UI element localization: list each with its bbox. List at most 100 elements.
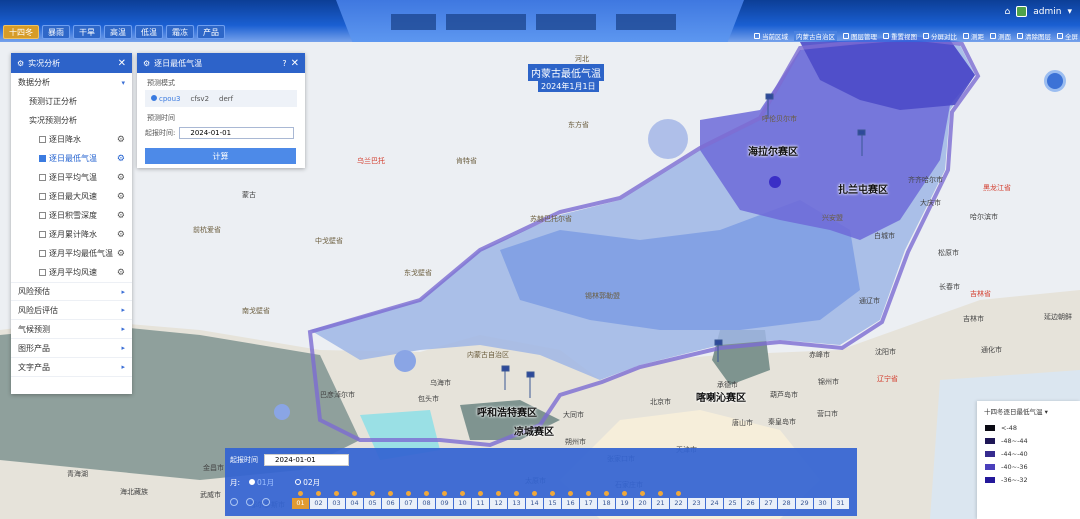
calculate-button[interactable]: 计算 [145,148,296,164]
day-cell-21[interactable]: 21 [652,491,669,509]
checkbox[interactable] [39,136,46,143]
next-icon[interactable] [262,498,270,506]
day-cell-26[interactable]: 26 [742,498,759,509]
checkbox[interactable] [39,231,46,238]
day-cell-09[interactable]: 09 [436,491,453,509]
day-cell-28[interactable]: 28 [778,498,795,509]
day-cell-10[interactable]: 10 [454,491,471,509]
region-label[interactable]: 呼和浩特赛区 [477,404,537,419]
checkbox[interactable] [39,174,46,181]
menu-live-forecast[interactable]: 实况预测分析 [11,111,132,130]
tool-clear-layers[interactable]: 清除图层 [1017,31,1051,41]
chevron-down-icon[interactable]: ▾ [1067,7,1072,17]
menu-risk-estimate[interactable]: 风险预估 ▸ [11,282,132,301]
day-cell-17[interactable]: 17 [580,491,597,509]
day-cell-18[interactable]: 18 [598,491,615,509]
tool-current-region[interactable]: 当前区域 [754,31,788,41]
layer-daily-min-temp[interactable]: 逐日最低气温 ⚙ [11,149,132,168]
radio-cpou3[interactable]: cpou3 [151,94,180,103]
tab-high-temp[interactable]: 高温 [104,25,132,39]
tab-low-temp[interactable]: 低温 [135,25,163,39]
day-cell-23[interactable]: 23 [688,498,705,509]
layer-daily-max-wind[interactable]: 逐日最大风速 ⚙ [11,187,132,206]
gear-icon[interactable]: ⚙ [117,211,125,221]
compass-icon[interactable] [1044,70,1066,92]
menu-graphic-products[interactable]: 图形产品 ▸ [11,339,132,358]
day-cell-03[interactable]: 03 [328,491,345,509]
play-icon[interactable] [246,498,254,506]
day-cell-02[interactable]: 02 [310,491,327,509]
username[interactable]: admin [1033,7,1061,17]
menu-climate-forecast[interactable]: 气候预测 ▸ [11,320,132,339]
layer-daily-snow-depth[interactable]: 逐日积雪深度 ⚙ [11,206,132,225]
day-cell-29[interactable]: 29 [796,498,813,509]
day-cell-30[interactable]: 30 [814,498,831,509]
gear-icon[interactable]: ⚙ [117,154,125,164]
day-cell-04[interactable]: 04 [346,491,363,509]
tool-measure-distance[interactable]: 测距 [963,31,984,41]
gear-icon[interactable]: ⚙ [117,230,125,240]
menu-risk-evaluation[interactable]: 风险后评估 ▸ [11,301,132,320]
day-cell-31[interactable]: 31 [832,498,849,509]
legend-title[interactable]: 十四冬逐日最低气温 ▾ [977,401,1080,421]
tool-measure-area[interactable]: 测面 [990,31,1011,41]
checkbox[interactable] [39,193,46,200]
region-label[interactable]: 扎兰屯赛区 [838,181,888,196]
tool-layer-manager[interactable]: 图层管理 [843,31,877,41]
gear-icon[interactable]: ⚙ [117,268,125,278]
checkbox[interactable] [39,250,46,257]
avatar[interactable] [1016,6,1028,17]
gear-icon[interactable]: ⚙ [117,192,125,202]
tab-rainstorm[interactable]: 暴雨 [42,25,70,39]
close-icon[interactable]: ✕ [118,58,126,69]
region-label[interactable]: 海拉尔赛区 [748,143,798,158]
tool-reset-view[interactable]: 重置视图 [883,31,917,41]
checkbox[interactable] [39,155,46,162]
radio-derf[interactable]: derf [219,95,233,103]
day-cell-16[interactable]: 16 [562,491,579,509]
day-cell-27[interactable]: 27 [760,498,777,509]
timebar-start-input[interactable] [264,454,349,466]
layer-daily-precip[interactable]: 逐日降水 ⚙ [11,130,132,149]
region-label[interactable]: 凉城赛区 [514,423,554,438]
day-cell-12[interactable]: 12 [490,491,507,509]
radio-month-02[interactable]: 02月 [295,477,320,488]
gear-icon[interactable]: ⚙ [117,249,125,259]
checkbox[interactable] [39,212,46,219]
radio-month-01[interactable]: 01月 [249,477,274,488]
day-cell-20[interactable]: 20 [634,491,651,509]
day-cell-08[interactable]: 08 [418,491,435,509]
prev-icon[interactable] [230,498,238,506]
menu-forecast-correction[interactable]: 预测订正分析 [11,92,132,111]
tool-region-select[interactable]: 内蒙古自治区 [794,31,837,41]
checkbox[interactable] [39,269,46,276]
day-cell-22[interactable]: 22 [670,491,687,509]
layer-monthly-avg-min-temp[interactable]: 逐月平均最低气温 ⚙ [11,244,132,263]
menu-data-analysis[interactable]: 数据分析 ▾ [11,73,132,92]
help-icon[interactable]: ? [282,59,286,68]
day-cell-11[interactable]: 11 [472,491,489,509]
tab-frost[interactable]: 霜冻 [166,25,194,39]
tab-winter-games[interactable]: 十四冬 [3,25,39,39]
layer-daily-avg-temp[interactable]: 逐日平均气温 ⚙ [11,168,132,187]
tool-split-compare[interactable]: 分屏对比 [923,31,957,41]
tab-products[interactable]: 产品 [197,25,225,39]
day-cell-13[interactable]: 13 [508,491,525,509]
gear-icon[interactable]: ⚙ [117,135,125,145]
home-icon[interactable]: ⌂ [1005,7,1011,17]
day-cell-01[interactable]: 01 [292,491,309,509]
menu-text-products[interactable]: 文字产品 ▸ [11,358,132,377]
day-cell-14[interactable]: 14 [526,491,543,509]
start-time-input[interactable] [179,127,295,139]
day-cell-25[interactable]: 25 [724,498,741,509]
gear-icon[interactable]: ⚙ [117,173,125,183]
radio-cfsv2[interactable]: cfsv2 [190,95,209,103]
tool-fullscreen[interactable]: 全屏 [1057,31,1078,41]
region-label[interactable]: 喀喇沁赛区 [696,389,746,404]
tab-drought[interactable]: 干旱 [73,25,101,39]
day-cell-19[interactable]: 19 [616,491,633,509]
layer-monthly-precip[interactable]: 逐月累计降水 ⚙ [11,225,132,244]
layer-monthly-avg-wind[interactable]: 逐月平均风速 ⚙ [11,263,132,282]
day-cell-06[interactable]: 06 [382,491,399,509]
day-cell-07[interactable]: 07 [400,491,417,509]
